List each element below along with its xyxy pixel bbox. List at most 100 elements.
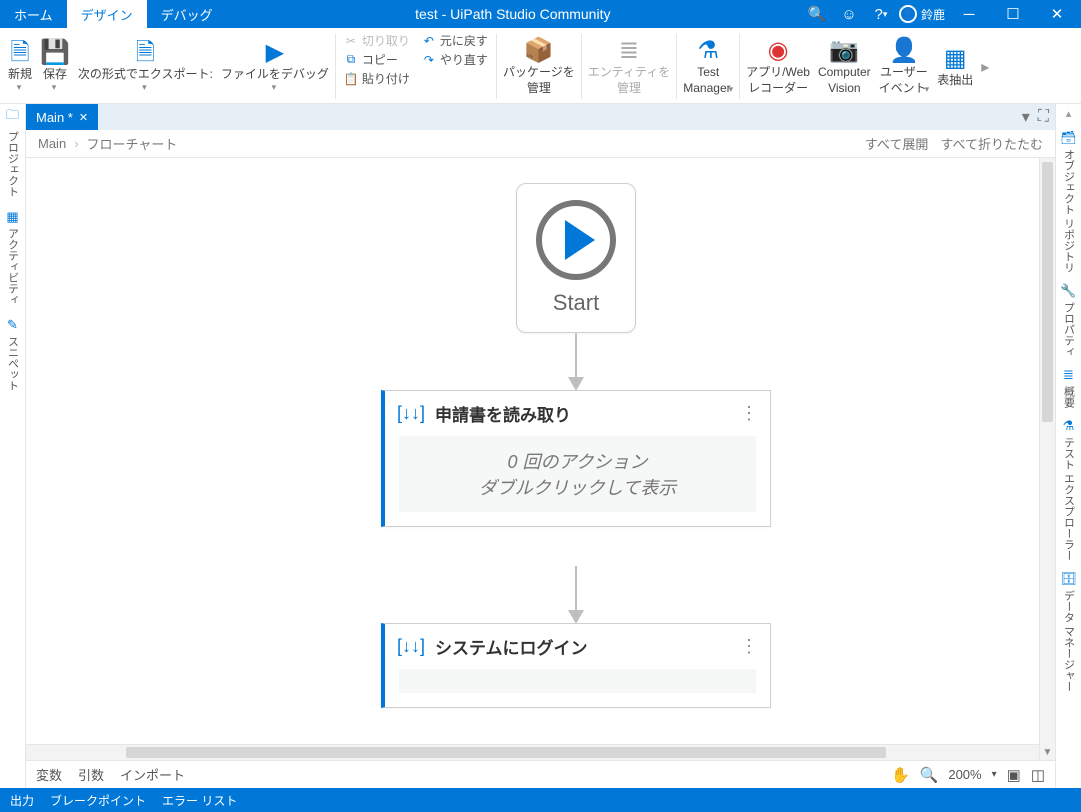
arguments-tab[interactable]: 引数 xyxy=(78,765,104,784)
kebab-menu-icon[interactable]: ⋮ xyxy=(740,636,758,657)
breadcrumb-root[interactable]: Main xyxy=(38,136,66,151)
user-events-button[interactable]: 👤 ユーザー イベント▾ xyxy=(875,30,934,103)
main-tabs: ホーム デザイン デバッグ xyxy=(0,0,227,28)
panel-tab-project[interactable]: 🗀プロジェクト xyxy=(5,106,21,197)
activity-body[interactable]: 0 回のアクション ダブルクリックして表示 xyxy=(399,436,756,512)
manage-packages-button[interactable]: 📦 パッケージを 管理 xyxy=(499,30,579,103)
chevron-down-icon[interactable]: ▾ xyxy=(992,769,997,780)
export-as-button[interactable]: 🗎 次の形式でエクスポート:▾ xyxy=(74,30,217,103)
variables-tab[interactable]: 変数 xyxy=(36,765,62,784)
search-icon[interactable]: 🔍 xyxy=(803,0,831,28)
undo-group: ↶元に戻す ↷やり直す x xyxy=(416,30,494,103)
breadcrumb-child[interactable]: フローチャート xyxy=(87,134,178,153)
breadcrumb-bar: Main › フローチャート すべて展開 すべて折りたたむ xyxy=(26,130,1055,158)
status-bar: 出力 ブレークポイント エラー リスト xyxy=(0,788,1081,812)
user-events-icon: 👤 xyxy=(889,37,919,65)
fit-to-screen-icon[interactable]: ▣ xyxy=(1007,766,1021,784)
right-panel-tabs: ▴ 🗃オブジェクト リポジトリ 🔧プロパティ ≣概要 ⚗テスト エクスプローラー… xyxy=(1055,104,1081,788)
paste-button[interactable]: 📋貼り付け xyxy=(344,70,410,87)
horizontal-scrollbar[interactable] xyxy=(26,744,1039,760)
close-button[interactable]: ✕ xyxy=(1037,0,1077,28)
ribbon: 🗎 新規▾ 💾 保存▾ 🗎 次の形式でエクスポート:▾ ▶ ファイルをデバッグ▾… xyxy=(0,28,1081,104)
panel-tab-snippets[interactable]: ✎スニペット xyxy=(5,317,21,391)
computer-vision-button[interactable]: 📷 Computer Vision xyxy=(814,30,875,103)
status-breakpoints[interactable]: ブレークポイント xyxy=(50,792,146,809)
tab-home[interactable]: ホーム xyxy=(0,0,67,28)
imports-tab[interactable]: インポート xyxy=(120,765,185,784)
pan-icon[interactable]: ✋ xyxy=(891,766,910,784)
tab-design[interactable]: デザイン xyxy=(67,0,147,28)
variables-bar: 変数 引数 インポート ✋ 🔍 200% ▾ ▣ ◫ xyxy=(26,760,1055,788)
debug-file-label: ファイルをデバッグ xyxy=(221,67,329,83)
zoom-icon[interactable]: 🔍 xyxy=(920,766,939,784)
collapse-all-button[interactable]: すべて折りたたむ xyxy=(940,134,1043,153)
save-label: 保存 xyxy=(43,67,67,83)
tab-debug[interactable]: デバッグ xyxy=(147,0,227,28)
test-manager-button[interactable]: ⚗ Test Manager▾ xyxy=(679,30,737,103)
status-error-list[interactable]: エラー リスト xyxy=(162,792,237,809)
new-label: 新規 xyxy=(8,67,32,83)
expand-icon: ⛶ xyxy=(1038,108,1049,126)
close-icon[interactable]: ✕ xyxy=(79,111,88,124)
project-icon: 🗀 xyxy=(6,106,19,128)
user-badge[interactable]: 👤 鈴鹿 xyxy=(899,5,945,23)
panel-tab-object-repo[interactable]: 🗃オブジェクト リポジトリ xyxy=(1060,130,1077,273)
canvas[interactable]: Start [↓↓] 申請書を読み取り ⋮ 0 回のアクション xyxy=(26,158,1055,760)
package-icon: 📦 xyxy=(524,37,554,65)
main-area: 🗀プロジェクト ▦アクティビティ ✎スニペット Main * ✕ ▾⛶ Main… xyxy=(0,104,1081,788)
manage-entities-button: ≣ エンティティを 管理 xyxy=(584,30,675,103)
start-label: Start xyxy=(553,290,599,316)
cut-icon: ✂ xyxy=(344,34,358,48)
expand-all-button[interactable]: すべて展開 xyxy=(865,134,929,153)
help-icon[interactable]: ?▾ xyxy=(867,0,895,28)
connector-arrow xyxy=(575,566,577,614)
wrench-icon: 🔧 xyxy=(1060,283,1076,299)
user-avatar-icon: 👤 xyxy=(899,5,917,23)
undo-button[interactable]: ↶元に戻す xyxy=(422,32,488,49)
debug-file-button[interactable]: ▶ ファイルをデバッグ▾ xyxy=(217,30,333,103)
table-extract-button[interactable]: ▦ 表抽出 xyxy=(933,30,977,103)
list-icon: ≣ xyxy=(1063,367,1074,383)
scroll-thumb[interactable] xyxy=(126,747,886,758)
document-tabs: Main * ✕ ▾⛶ xyxy=(26,104,1055,130)
copy-button[interactable]: ⧉コピー xyxy=(344,51,410,68)
flask-icon: ⚗ xyxy=(697,37,719,65)
scroll-thumb[interactable] xyxy=(1042,162,1053,422)
chevron-down-icon: ▾ xyxy=(1022,107,1030,127)
panel-tab-activities[interactable]: ▦アクティビティ xyxy=(5,209,21,305)
export-icon: 🗎 xyxy=(136,39,155,67)
app-web-recorder-button[interactable]: ◉ アプリ/Web レコーダー xyxy=(742,30,814,103)
new-button[interactable]: 🗎 新規▾ xyxy=(4,30,36,103)
activity-system-login[interactable]: [↓↓] システムにログイン ⋮ xyxy=(381,623,771,708)
scroll-up-icon[interactable]: ▴ xyxy=(1056,106,1081,120)
status-output[interactable]: 出力 xyxy=(10,792,34,809)
redo-button[interactable]: ↷やり直す xyxy=(422,51,488,68)
activity-body[interactable] xyxy=(399,669,756,693)
feedback-icon[interactable]: ☺ xyxy=(835,0,863,28)
activity-read-application[interactable]: [↓↓] 申請書を読み取り ⋮ 0 回のアクション ダブルクリックして表示 xyxy=(381,390,771,527)
title-right-controls: 🔍 ☺ ?▾ 👤 鈴鹿 ─ ☐ ✕ xyxy=(799,0,1081,28)
database-icon: ≣ xyxy=(619,37,639,65)
ribbon-scroll-right-icon[interactable]: ▸ xyxy=(977,30,993,103)
panel-tab-properties[interactable]: 🔧プロパティ xyxy=(1060,283,1076,357)
kebab-menu-icon[interactable]: ⋮ xyxy=(740,403,758,424)
zoom-value[interactable]: 200% xyxy=(948,767,981,782)
panel-tab-data-manager[interactable]: 🗄データ マネージャー xyxy=(1060,571,1077,692)
vertical-scrollbar[interactable]: ▲ ▼ xyxy=(1039,158,1055,760)
snippets-icon: ✎ xyxy=(7,317,18,333)
panel-tab-test-explorer[interactable]: ⚗テスト エクスプローラー xyxy=(1061,418,1077,561)
minimize-button[interactable]: ─ xyxy=(949,0,989,28)
scroll-down-icon[interactable]: ▼ xyxy=(1040,744,1055,760)
cut-button[interactable]: ✂切り取り xyxy=(344,32,410,49)
maximize-button[interactable]: ☐ xyxy=(993,0,1033,28)
save-button[interactable]: 💾 保存▾ xyxy=(36,30,74,103)
panel-tab-outline[interactable]: ≣概要 xyxy=(1061,367,1077,408)
doc-tab-main[interactable]: Main * ✕ xyxy=(26,104,98,130)
start-node[interactable]: Start xyxy=(516,183,636,333)
flask-icon: ⚗ xyxy=(1063,418,1075,434)
doc-tabs-overflow[interactable]: ▾⛶ xyxy=(1016,104,1055,130)
save-icon: 💾 xyxy=(40,39,70,67)
overview-icon[interactable]: ◫ xyxy=(1031,766,1045,784)
export-label: 次の形式でエクスポート: xyxy=(78,67,213,83)
left-panel-tabs: 🗀プロジェクト ▦アクティビティ ✎スニペット xyxy=(0,104,26,788)
